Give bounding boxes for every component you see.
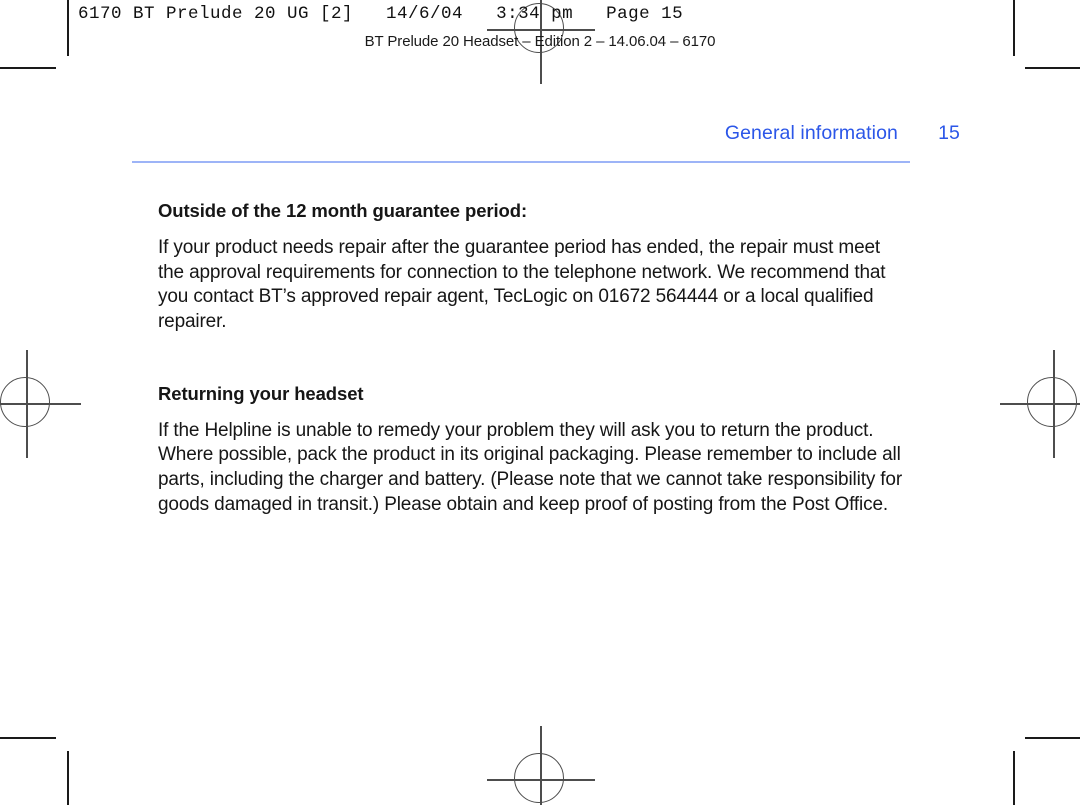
section-heading: Returning your headset [158, 382, 364, 404]
running-header-title: General information [724, 122, 898, 144]
crop-mark-bottom-right-horizontal [1025, 737, 1080, 739]
registration-mark-left-icon [0, 350, 81, 458]
registration-ring [514, 753, 564, 803]
crop-mark-bottom-left-horizontal [0, 737, 56, 739]
registration-ring [1027, 377, 1077, 427]
section-paragraph: If your product needs repair after the g… [158, 237, 886, 332]
page-content: Outside of the 12 month guarantee period… [158, 200, 910, 517]
registration-mark-right-icon [1000, 350, 1080, 458]
running-header: General information 15 [132, 122, 960, 145]
section-returning-headset: Returning your headset If the Helpline i… [158, 383, 910, 518]
running-header-rule [132, 161, 910, 163]
proof-page: 6170 BT Prelude 20 UG [2] 14/6/04 3:34 p… [0, 0, 1080, 805]
crop-mark-top-left-horizontal [0, 67, 56, 69]
section-paragraph: If the Helpline is unable to remedy your… [158, 419, 903, 515]
section-heading: Outside of the 12 month guarantee period… [158, 200, 528, 221]
registration-ring [0, 377, 50, 427]
print-slug-line: 6170 BT Prelude 20 UG [2] 14/6/04 3:34 p… [78, 4, 684, 24]
print-job-line: BT Prelude 20 Headset – Edition 2 – 14.0… [364, 33, 716, 50]
section-guarantee: Outside of the 12 month guarantee period… [158, 200, 910, 335]
page-number: 15 [938, 122, 960, 144]
crop-mark-bottom-left-vertical [67, 751, 69, 805]
crop-mark-top-right-horizontal [1025, 67, 1080, 69]
crop-mark-bottom-right-vertical [1013, 751, 1015, 805]
registration-mark-bottom-icon [487, 726, 595, 805]
